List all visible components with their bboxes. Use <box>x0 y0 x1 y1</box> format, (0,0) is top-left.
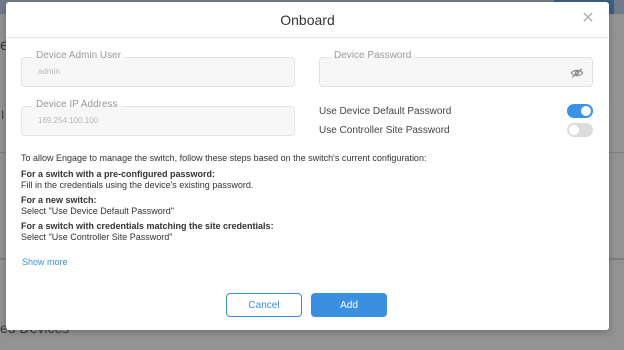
password-field[interactable]: Device Password <box>319 50 593 87</box>
dialog-header: Onboard ✕ <box>6 2 609 38</box>
instructions-intro: To allow Engage to manage the switch, fo… <box>21 153 427 163</box>
default-password-toggle[interactable] <box>567 104 593 118</box>
background-text-mid: I <box>1 108 5 122</box>
default-password-label: Use Device Default Password <box>319 106 452 117</box>
site-password-label: Use Controller Site Password <box>319 125 450 136</box>
cancel-button[interactable]: Cancel <box>226 293 302 317</box>
dialog-title: Onboard <box>280 11 335 28</box>
instruction-text: Fill in the credentials using the device… <box>21 180 254 190</box>
instruction-heading: For a new switch: <box>21 194 97 205</box>
close-icon[interactable]: ✕ <box>581 11 595 27</box>
instruction-block: For a switch with credentials matching t… <box>21 221 581 244</box>
onboard-instructions: To allow Engage to manage the switch, fo… <box>21 153 581 247</box>
site-password-toggle[interactable] <box>567 123 593 137</box>
password-label: Device Password <box>330 50 416 61</box>
ip-address-label: Device IP Address <box>32 99 122 110</box>
default-password-row: Use Device Default Password <box>319 104 593 120</box>
show-more-link[interactable]: Show more <box>22 257 68 267</box>
toggle-knob <box>581 106 591 116</box>
site-password-row: Use Controller Site Password <box>319 123 593 139</box>
onboard-dialog: Onboard ✕ Device Admin User admin Device… <box>6 2 609 330</box>
toggle-knob <box>569 125 579 135</box>
instruction-block: For a switch with a pre-configured passw… <box>21 169 581 192</box>
instruction-text: Select "Use Device Default Password" <box>21 206 174 216</box>
instruction-heading: For a switch with credentials matching t… <box>21 220 274 231</box>
add-button[interactable]: Add <box>311 293 387 317</box>
ip-address-field[interactable]: Device IP Address 169.254.100.100 <box>21 99 295 136</box>
admin-user-label: Device Admin User <box>32 50 126 61</box>
admin-user-field[interactable]: Device Admin User admin <box>21 50 295 87</box>
admin-user-value: admin <box>38 67 60 76</box>
instruction-block: For a new switch: Select "Use Device Def… <box>21 195 581 218</box>
instruction-heading: For a switch with a pre-configured passw… <box>21 168 216 179</box>
instruction-text: Select "Use Controller Site Password" <box>21 232 173 242</box>
eye-slash-icon[interactable] <box>570 66 584 80</box>
ip-address-value: 169.254.100.100 <box>38 116 99 125</box>
